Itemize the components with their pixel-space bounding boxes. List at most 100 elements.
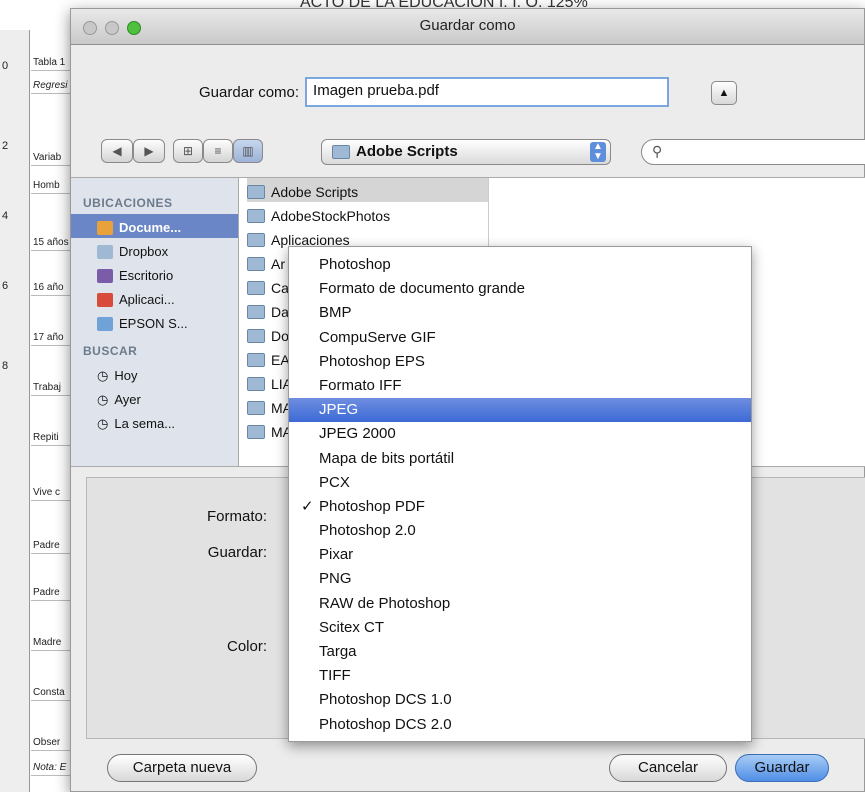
sidebar-item-applications[interactable]: Aplicaci... <box>71 286 238 310</box>
menu-item-photoshop-pdf[interactable]: ✓ Photoshop PDF <box>289 495 751 519</box>
ruler-label: 6 <box>2 280 9 292</box>
menu-item-pcx[interactable]: PCX <box>289 471 751 495</box>
color-label: Color: <box>226 638 267 655</box>
sidebar-item-yesterday[interactable]: ◷ Ayer <box>71 386 238 410</box>
ruler-label: 0 <box>2 60 9 72</box>
folder-icon <box>247 184 265 199</box>
folder-name: Do <box>271 327 289 344</box>
printer-icon <box>97 316 113 331</box>
sidebar-item-today[interactable]: ◷ Hoy <box>71 362 238 386</box>
folder-icon <box>247 376 265 391</box>
folder-name: Da <box>271 303 289 320</box>
checkmark-icon: ✓ <box>301 497 314 515</box>
sidebar-item-label: Hoy <box>114 368 138 383</box>
menu-item-pixar[interactable]: Pixar <box>289 543 751 567</box>
list-item[interactable]: Adobe Scripts <box>247 178 488 202</box>
location-label: Adobe Scripts <box>356 143 458 160</box>
location-popup[interactable]: Adobe Scripts ▲ ▼ <box>321 139 611 165</box>
format-menu: Photoshop Formato de documento grande BM… <box>288 246 752 742</box>
sidebar: UBICACIONES Docume... Dropbox Escritorio… <box>71 178 239 466</box>
search-header: BUSCAR <box>83 344 138 358</box>
menu-item-raw[interactable]: RAW de Photoshop <box>289 592 751 616</box>
title-bar: Guardar como <box>71 9 864 45</box>
menu-item-label: Photoshop PDF <box>319 497 425 515</box>
list-item[interactable]: AdobeStockPhotos <box>247 202 488 226</box>
sidebar-item-label: EPSON S... <box>119 316 188 331</box>
sidebar-item-label: Dropbox <box>119 244 169 259</box>
save-button[interactable]: Guardar <box>735 754 829 782</box>
menu-item-photoshop-2[interactable]: Photoshop 2.0 <box>289 519 751 543</box>
menu-item-tiff[interactable]: TIFF <box>289 664 751 688</box>
menu-item-dcs1[interactable]: Photoshop DCS 1.0 <box>289 688 751 712</box>
column-view-button[interactable]: ▥ <box>233 139 263 163</box>
icon-view-button[interactable]: ⊞ <box>173 139 203 163</box>
menu-item-scitex[interactable]: Scitex CT <box>289 616 751 640</box>
menu-item-png[interactable]: PNG <box>289 567 751 591</box>
menu-item-eps[interactable]: Photoshop EPS <box>289 350 751 374</box>
folder-icon <box>247 424 265 439</box>
browser-toolbar: ◀ ▶ ⊞ ≡ ▥ Adobe Scripts ▲ ▼ ⚲ <box>101 139 865 169</box>
clock-icon: ◷ <box>97 415 109 431</box>
menu-item-iff[interactable]: Formato IFF <box>289 374 751 398</box>
ruler-label: 2 <box>2 140 9 152</box>
back-button[interactable]: ◀ <box>101 139 133 163</box>
popup-arrows-icon: ▲ ▼ <box>590 142 606 162</box>
folder-name: Ca <box>271 279 289 296</box>
desktop-icon <box>97 268 113 283</box>
sidebar-item-label: Docume... <box>119 220 182 235</box>
sidebar-item-epson[interactable]: EPSON S... <box>71 310 238 334</box>
folder-icon <box>247 352 265 367</box>
filename-input[interactable]: Imagen prueba.pdf <box>305 77 670 107</box>
folder-icon <box>247 256 265 271</box>
dialog-title: Guardar como <box>419 17 516 34</box>
clock-icon: ◷ <box>97 367 109 383</box>
folder-name: Ar <box>271 255 285 272</box>
save-as-label: Guardar como: <box>199 83 300 101</box>
menu-item-dcs2[interactable]: Photoshop DCS 2.0 <box>289 713 751 737</box>
ruler-label: 4 <box>2 210 9 222</box>
folder-icon <box>332 145 350 159</box>
folder-icon <box>247 328 265 343</box>
folder-icon <box>247 232 265 247</box>
format-label: Formato: <box>206 508 267 525</box>
documents-folder-icon <box>97 220 113 235</box>
menu-item-photoshop[interactable]: Photoshop <box>289 253 751 277</box>
sidebar-item-label: La sema... <box>114 416 176 431</box>
menu-item-jpeg[interactable]: JPEG <box>289 398 751 423</box>
cancel-button[interactable]: Cancelar <box>609 754 727 782</box>
folder-icon <box>247 208 265 223</box>
dropbox-folder-icon <box>97 244 113 259</box>
expand-dialog-button[interactable]: ▲ <box>711 81 737 105</box>
vertical-ruler: 0 2 4 6 8 <box>0 30 30 792</box>
folder-icon <box>247 304 265 319</box>
forward-button[interactable]: ▶ <box>133 139 165 163</box>
folder-icon <box>247 400 265 415</box>
places-header: UBICACIONES <box>83 196 173 210</box>
sidebar-item-dropbox[interactable]: Dropbox <box>71 238 238 262</box>
folder-icon <box>247 280 265 295</box>
menu-item-bmp[interactable]: BMP <box>289 301 751 325</box>
folder-name: Adobe Scripts <box>271 183 359 200</box>
save-label: Guardar: <box>207 544 267 561</box>
save-as-row: Guardar como: Imagen prueba.pdf <box>199 77 670 107</box>
sidebar-item-week[interactable]: ◷ La sema... <box>71 410 238 434</box>
menu-item-portable-bitmap[interactable]: Mapa de bits portátil <box>289 447 751 471</box>
ruler-label: 8 <box>2 360 9 372</box>
sidebar-item-label: Escritorio <box>119 268 174 283</box>
menu-item-jpeg2000[interactable]: JPEG 2000 <box>289 422 751 446</box>
menu-item-gif[interactable]: CompuServe GIF <box>289 326 751 350</box>
clock-icon: ◷ <box>97 391 109 407</box>
list-view-button[interactable]: ≡ <box>203 139 233 163</box>
menu-item-large-document[interactable]: Formato de documento grande <box>289 277 751 301</box>
search-icon: ⚲ <box>652 143 663 159</box>
folder-name: AdobeStockPhotos <box>271 207 391 224</box>
new-folder-button[interactable]: Carpeta nueva <box>107 754 257 782</box>
search-input[interactable]: ⚲ <box>641 139 865 165</box>
menu-item-targa[interactable]: Targa <box>289 640 751 664</box>
sidebar-item-documents[interactable]: Docume... <box>71 214 238 238</box>
applications-icon <box>97 292 113 307</box>
folder-name: EA <box>271 351 290 368</box>
sidebar-item-desktop[interactable]: Escritorio <box>71 262 238 286</box>
sidebar-item-label: Aplicaci... <box>119 292 175 307</box>
sidebar-item-label: Ayer <box>114 392 141 407</box>
